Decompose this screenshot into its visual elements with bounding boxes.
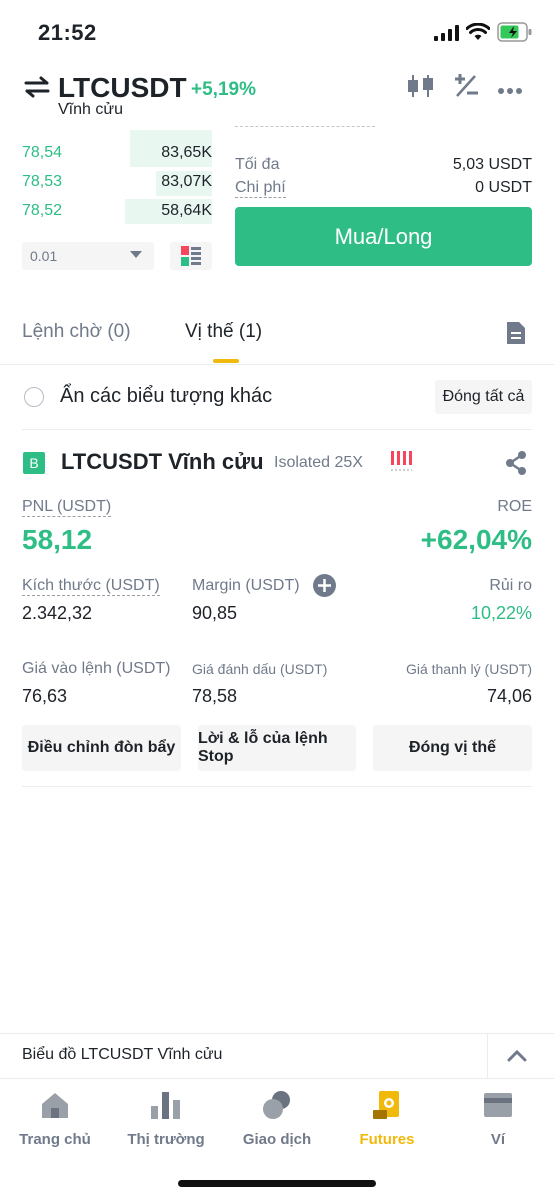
nav-label: Trang chủ — [19, 1131, 91, 1148]
roe-value: +62,04% — [420, 524, 532, 555]
calculator-icon[interactable] — [453, 73, 479, 104]
order-history-icon[interactable] — [506, 321, 526, 350]
cost-value: 0 USDT — [475, 179, 532, 196]
divider — [0, 1078, 554, 1079]
nav-home[interactable]: Trang chủ — [0, 1090, 110, 1148]
orderbook-price[interactable]: 78,52 — [22, 202, 62, 220]
orderbook-price[interactable]: 78,54 — [22, 144, 62, 162]
pair-title[interactable]: LTCUSDT — [58, 72, 187, 104]
nav-trade[interactable]: Giao dịch — [222, 1090, 332, 1148]
divider-vertical — [487, 1034, 488, 1078]
risk-label: Rủi ro — [489, 577, 532, 594]
orderbook-qty: 58,64K — [161, 202, 212, 219]
share-icon[interactable] — [505, 451, 527, 480]
signal-icon — [434, 25, 460, 46]
add-margin-icon[interactable] — [313, 574, 336, 602]
buy-side-badge: B — [23, 452, 45, 474]
risk-bars-icon — [390, 450, 412, 477]
nav-label: Futures — [359, 1131, 415, 1148]
liq-price-label: Giá thanh lý (USDT) — [405, 661, 532, 677]
buy-long-button[interactable]: Mua/Long — [235, 207, 532, 266]
active-tab-indicator — [213, 359, 239, 363]
max-label: Tối đa — [235, 156, 280, 173]
size-label[interactable]: Kích thước (USDT) — [22, 577, 160, 596]
pair-subtitle: Vĩnh cửu — [58, 101, 123, 118]
orderbook-qty: 83,65K — [161, 144, 212, 161]
swap-pair-icon[interactable] — [24, 76, 50, 103]
orderbook-layout-icon — [181, 246, 201, 266]
risk-value: 10,22% — [470, 603, 532, 623]
markets-icon — [151, 1092, 180, 1119]
tick-size-value: 0.01 — [30, 248, 58, 264]
more-options-icon[interactable] — [497, 82, 523, 100]
roe-label: ROE — [497, 498, 532, 515]
liq-price-value: 74,06 — [486, 686, 532, 706]
home-indicator — [178, 1180, 376, 1187]
nav-futures[interactable]: Futures — [332, 1090, 442, 1148]
cost-label[interactable]: Chi phí — [235, 179, 286, 198]
nav-label: Thị trường — [127, 1131, 205, 1148]
mark-price-label: Giá đánh dấu (USDT) — [192, 661, 328, 677]
candlestick-chart-icon[interactable] — [407, 73, 435, 104]
size-value: 2.342,32 — [22, 603, 93, 623]
divider — [22, 429, 532, 430]
hide-other-symbols-label: Ẩn các biểu tượng khác — [60, 385, 273, 407]
depth-bar — [130, 130, 212, 142]
entry-price-label: Giá vào lệnh (USDT) — [22, 660, 171, 677]
max-value: 5,03 USDT — [452, 156, 532, 173]
chevron-up-icon[interactable] — [507, 1049, 527, 1067]
entry-price-value: 76,63 — [22, 686, 68, 706]
chart-bar-label[interactable]: Biểu đồ LTCUSDT Vĩnh cửu — [22, 1046, 222, 1064]
divider — [0, 1033, 554, 1034]
tab-open-orders[interactable]: Lệnh chờ (0) — [22, 321, 131, 343]
battery-icon — [497, 22, 533, 47]
nav-markets[interactable]: Thị trường — [111, 1090, 221, 1148]
mark-price-value: 78,58 — [192, 686, 238, 706]
margin-mode: Isolated 25X — [274, 454, 363, 471]
tab-positions[interactable]: Vị thế (1) — [185, 321, 262, 343]
pnl-label[interactable]: PNL (USDT) — [22, 498, 112, 517]
nav-label: Giao dịch — [242, 1131, 312, 1148]
futures-icon — [373, 1091, 399, 1119]
wifi-icon — [465, 22, 491, 46]
close-all-button[interactable]: Đóng tất cả — [435, 380, 532, 414]
nav-wallet[interactable]: Ví — [443, 1090, 553, 1148]
trade-icon — [263, 1091, 290, 1119]
orderbook-qty: 83,07K — [161, 173, 212, 190]
stop-profit-loss-button[interactable]: Lời & lỗ của lệnh Stop — [198, 725, 356, 771]
tick-size-select[interactable]: 0.01 — [22, 242, 154, 270]
pair-change: +5,19% — [191, 79, 256, 100]
pnl-value: 58,12 — [22, 524, 93, 555]
home-icon — [42, 1093, 68, 1118]
chevron-down-icon — [130, 251, 142, 258]
divider — [0, 364, 554, 365]
close-position-button[interactable]: Đóng vị thế — [373, 725, 532, 771]
hide-other-symbols-radio[interactable] — [24, 387, 44, 407]
divider — [22, 786, 532, 787]
adjust-leverage-button[interactable]: Điều chỉnh đòn bẩy — [22, 725, 181, 771]
orderbook-layout-button[interactable] — [170, 242, 212, 270]
status-time: 21:52 — [38, 20, 97, 45]
position-symbol[interactable]: LTCUSDT Vĩnh cửu — [61, 449, 264, 475]
margin-value: 90,85 — [192, 603, 238, 623]
wallet-icon — [484, 1093, 512, 1117]
margin-label: Margin (USDT) — [192, 577, 300, 594]
orderbook-price[interactable]: 78,53 — [22, 173, 62, 191]
nav-label: Ví — [490, 1131, 506, 1148]
scrolled-cut-row — [235, 126, 375, 134]
